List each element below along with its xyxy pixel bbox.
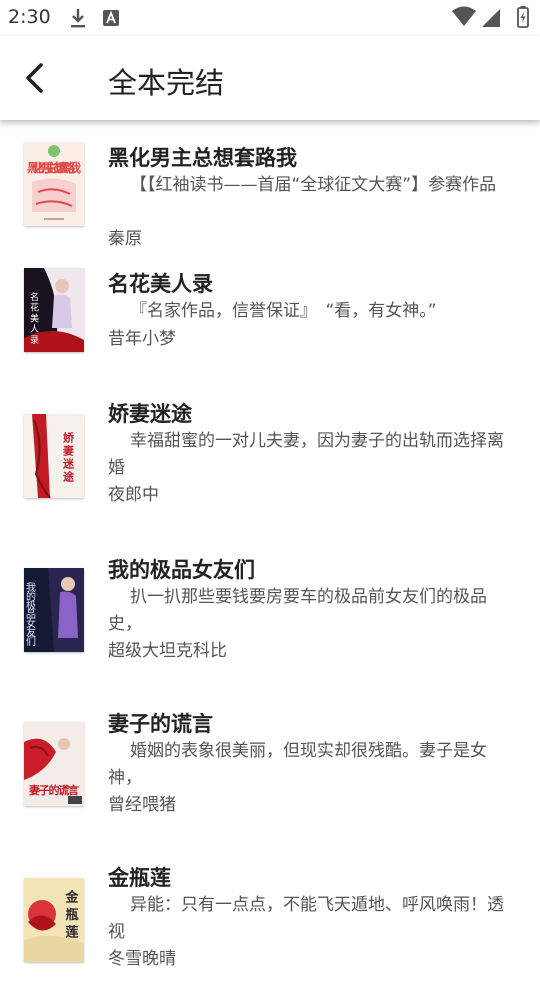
book-author: 昔年小梦	[108, 329, 176, 349]
book-title: 金瓶莲	[108, 866, 171, 890]
book-cover[interactable]: 娇妻迷途	[24, 414, 84, 498]
app-bar: 全本完结	[0, 36, 540, 120]
book-title: 娇妻迷途	[108, 402, 192, 426]
wifi-icon	[452, 6, 476, 26]
cover-text: 黑化男主 总想 套路我	[27, 160, 81, 175]
book-item[interactable]: 名花美人录 名花美人录 『名家作品，信誉保证』 “看，有女神。” 昔年小梦	[0, 268, 540, 376]
download-icon	[71, 9, 85, 28]
back-arrow-icon	[26, 63, 43, 93]
status-time: 2:30	[8, 6, 51, 28]
book-item[interactable]: 妻子的谎言 妻子的谎言 婚姻的表象很美丽，但现实却很残酷。妻子是女神， 曾经喂猪	[0, 708, 540, 838]
book-item[interactable]: 黑化男主 总想 套路我 黑化男主总想套路我 【【红袖读书——首届“全球征文大赛”…	[0, 142, 540, 250]
book-cover[interactable]: 黑化男主 总想 套路我	[24, 142, 84, 226]
book-title: 妻子的谎言	[108, 712, 213, 736]
status-icons	[452, 6, 529, 28]
book-cover[interactable]: 金瓶莲	[24, 878, 84, 962]
book-description: 异能：只有一点点，不能飞天遁地、呼风唤雨！透视	[108, 895, 504, 942]
back-button[interactable]	[16, 58, 56, 98]
book-title: 黑化男主总想套路我	[108, 146, 297, 170]
book-cover[interactable]: 名花美人录	[24, 268, 84, 352]
book-description: 扒一扒那些要钱要房要车的极品前女友们的极品史，	[108, 587, 487, 634]
book-description: 【【红袖读书——首届“全球征文大赛”】参赛作品	[130, 175, 497, 195]
status-bar: 2:30	[0, 0, 540, 36]
cover-text: 名花美人录	[28, 291, 39, 344]
cover-text: 金瓶莲	[63, 889, 80, 939]
battery-icon	[517, 6, 529, 28]
page-title: 全本完结	[108, 66, 225, 100]
book-author: 冬雪晚晴	[108, 949, 176, 969]
book-author: 曾经喂猪	[108, 795, 176, 815]
app-notification-icon	[103, 10, 119, 26]
signal-icon	[482, 9, 500, 27]
book-title: 名花美人录	[108, 272, 213, 296]
book-author: 超级大坦克科比	[108, 641, 227, 661]
book-author: 秦原	[108, 229, 142, 249]
book-item[interactable]: 娇妻迷途 娇妻迷途 幸福甜蜜的一对儿夫妻，因为妻子的出轨而选择离婚 夜郎中	[0, 398, 540, 528]
book-cover[interactable]: 妻子的谎言	[24, 722, 84, 806]
book-author: 夜郎中	[108, 485, 159, 505]
cover-text: 妻子的谎言	[29, 783, 79, 797]
book-description: 婚姻的表象很美丽，但现实却很残酷。妻子是女神，	[108, 741, 487, 788]
book-item[interactable]: 我的极品女友们 我的极品女友们 扒一扒那些要钱要房要车的极品前女友们的极品史， …	[0, 554, 540, 684]
book-description: 『名家作品，信誉保证』 “看，有女神。”	[130, 301, 437, 321]
book-item[interactable]: 金瓶莲 金瓶莲 异能：只有一点点，不能飞天遁地、呼风唤雨！透视 冬雪晚晴	[0, 862, 540, 992]
book-title: 我的极品女友们	[108, 558, 255, 582]
book-cover[interactable]: 我的极品女友们	[24, 568, 84, 652]
book-description: 幸福甜蜜的一对儿夫妻，因为妻子的出轨而选择离婚	[108, 431, 504, 478]
cover-text: 我的极品女友们	[24, 582, 36, 647]
